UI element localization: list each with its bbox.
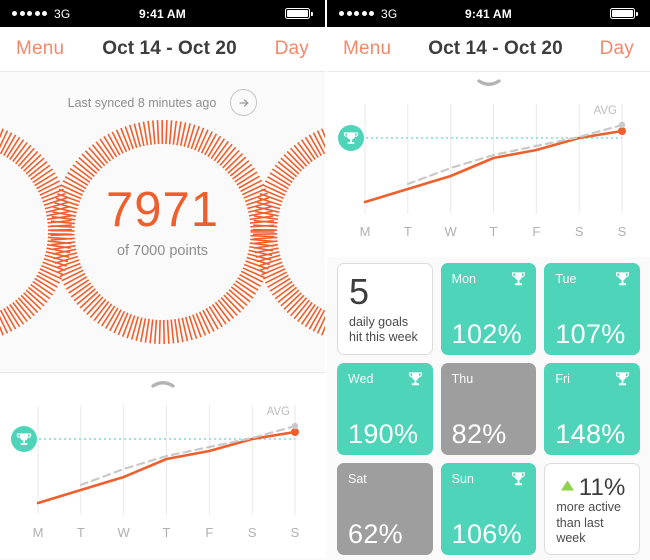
day-tile-tue[interactable]: Tue 107% (544, 263, 640, 355)
day-tile-fri[interactable]: Fri 148% (544, 363, 640, 455)
tile-percent-value: 102% (451, 319, 522, 349)
arrow-right-icon[interactable] (230, 89, 258, 116)
chart-svg-left: AVG M T W T F S S (11, 405, 300, 540)
last-synced-label: Last synced 8 minutes ago (67, 95, 217, 110)
trophy-icon (511, 271, 526, 292)
trophy-icon (615, 271, 630, 292)
signal-dots-icon (339, 11, 374, 16)
svg-text:T: T (404, 224, 412, 239)
trophy-icon (511, 471, 526, 492)
svg-text:M: M (360, 224, 371, 239)
status-bar-signal: 3G (339, 7, 397, 21)
page-title: Oct 14 - Oct 20 (102, 38, 237, 59)
menu-button[interactable]: Menu (343, 38, 391, 60)
svg-text:T: T (163, 525, 171, 540)
tile-percent-value: 190% (348, 419, 419, 449)
triangle-up-icon (560, 479, 575, 497)
tile-percent-value: 107% (555, 319, 626, 349)
tile-percent-value: 62% (348, 519, 403, 549)
dial-center-readout: 7971 of 7000 points (0, 183, 325, 260)
signal-dots-icon (12, 11, 47, 16)
tile-percent-value: 82% (451, 419, 507, 449)
day-tile-wed[interactable]: Wed 190% (337, 363, 433, 455)
chevron-down-icon[interactable] (327, 72, 650, 92)
delta-value: 11% (578, 474, 626, 501)
carrier-label: 3G (381, 6, 398, 21)
svg-text:W: W (118, 525, 131, 540)
trophy-icon (408, 371, 423, 392)
daily-goal-tiles-grid: 5 daily goals hit this week Mon 102% Tue 107% W… (327, 257, 650, 560)
svg-text:F: F (532, 224, 540, 239)
daily-goals-summary-tile[interactable]: 5 daily goals hit this week (337, 263, 433, 355)
day-button[interactable]: Day (275, 38, 309, 60)
last-synced-row: Last synced 8 minutes ago (0, 72, 325, 116)
svg-text:AVG: AVG (594, 105, 617, 117)
delta-headline: 11% (556, 474, 629, 502)
tile-day-label: Thu (451, 372, 474, 386)
svg-text:T: T (490, 224, 498, 239)
tile-percent-value: 148% (555, 419, 626, 449)
menu-button[interactable]: Menu (16, 38, 64, 60)
delta-label: more active than last week (556, 500, 621, 546)
svg-text:S: S (618, 224, 627, 239)
nav-bar-right: Menu Oct 14 - Oct 20 Day (327, 27, 650, 72)
tile-percent-value: 106% (451, 519, 522, 549)
page-title: Oct 14 - Oct 20 (428, 38, 563, 59)
status-bar-right: 3G 9:41 AM (327, 0, 650, 27)
carrier-label: 3G (54, 6, 71, 21)
svg-text:T: T (77, 525, 85, 540)
svg-text:M: M (33, 525, 44, 540)
screenshot-stage: 3G 9:41 AM Menu Oct 14 - Oct 20 Day Last… (0, 0, 650, 560)
phone-screen-left: 3G 9:41 AM Menu Oct 14 - Oct 20 Day Last… (0, 0, 325, 560)
nav-bar-left: Menu Oct 14 - Oct 20 Day (0, 27, 325, 72)
day-tile-sun[interactable]: Sun 106% (440, 463, 537, 555)
status-bar-left: 3G 9:41 AM (0, 0, 325, 27)
daily-goals-count: 5 (349, 271, 370, 312)
svg-text:F: F (205, 525, 213, 540)
svg-text:AVG: AVG (267, 406, 290, 418)
day-tile-mon[interactable]: Mon 102% (440, 263, 537, 355)
weekly-delta-tile[interactable]: 11% more active than last week (544, 463, 640, 555)
weekly-line-chart-left[interactable]: AVG M T W T F S S (0, 393, 325, 558)
points-goal-label: of 7000 points (116, 243, 209, 259)
svg-text:S: S (575, 224, 584, 239)
day-tile-sat[interactable]: Sat 62% (337, 463, 433, 555)
day-tile-thu[interactable]: Thu 82% (440, 363, 537, 455)
day-button[interactable]: Day (600, 38, 634, 60)
battery-full-icon (610, 8, 638, 19)
status-bar-signal: 3G (12, 7, 70, 21)
dial-graphic: 7971 of 7000 points (0, 114, 325, 359)
svg-text:S: S (248, 525, 257, 540)
daily-goals-label: daily goals hit this week (349, 314, 418, 345)
weekly-line-chart-right[interactable]: AVG M T W T F S S (327, 92, 650, 257)
svg-text:W: W (445, 224, 458, 239)
chart-svg-right: AVG M T W T F S S (338, 104, 627, 239)
points-dial-card[interactable]: Last synced 8 minutes ago 7971 of 7000 p… (0, 72, 325, 372)
svg-text:S: S (291, 525, 300, 540)
points-value: 7971 (105, 183, 219, 237)
weekly-chart-panel-left: AVG M T W T F S S (0, 372, 325, 558)
tile-day-label: Sat (348, 472, 367, 486)
weekly-chart-panel-right: AVG M T W T F S S (327, 72, 650, 257)
trophy-icon (615, 371, 630, 392)
chevron-up-icon[interactable] (0, 373, 325, 393)
battery-full-icon (285, 8, 313, 19)
phone-screen-right: 3G 9:41 AM Menu Oct 14 - Oct 20 Day AVG M… (325, 0, 650, 560)
